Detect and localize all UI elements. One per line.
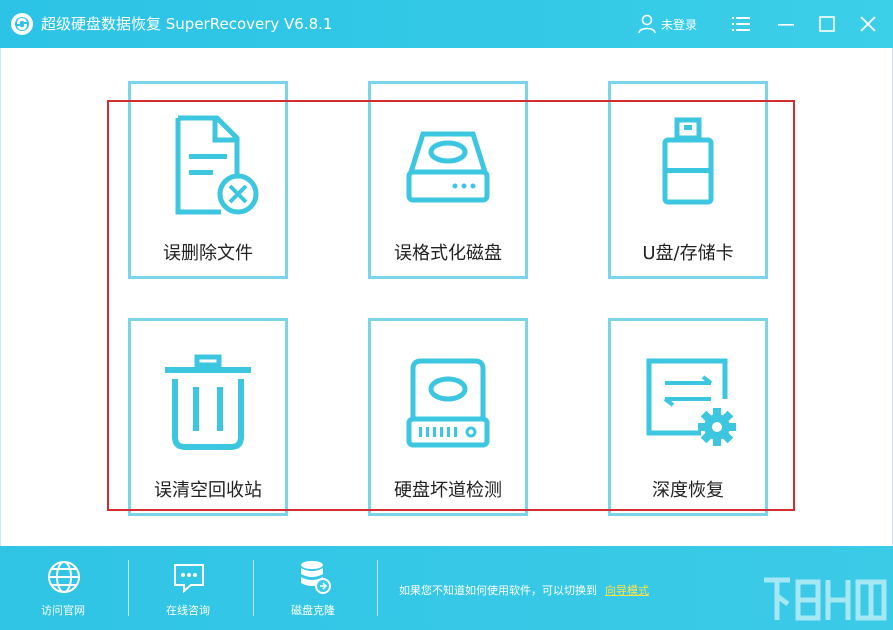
app-window: 超级硬盘数据恢复 SuperRecovery V6.8.1 未登录 误删除文件 …	[0, 0, 893, 630]
card-recycle-bin[interactable]: 误清空回收站	[128, 318, 288, 516]
minimize-icon	[778, 24, 794, 26]
tool-label: 访问官网	[41, 604, 85, 617]
hard-drive-scan-icon	[406, 358, 490, 448]
card-label: U盘/存储卡	[642, 243, 734, 264]
user-icon	[638, 14, 656, 34]
tool-label: 在线咨询	[166, 604, 210, 617]
maximize-button[interactable]	[815, 10, 839, 38]
card-label: 误清空回收站	[154, 480, 262, 501]
card-usb-storage[interactable]: U盘/存储卡	[608, 81, 768, 279]
database-clone-icon	[301, 561, 331, 594]
divider	[253, 560, 254, 616]
login-button[interactable]: 未登录	[636, 12, 697, 36]
chat-icon	[174, 564, 204, 594]
card-deleted-files[interactable]: 误删除文件	[128, 81, 288, 279]
menu-button[interactable]	[729, 10, 753, 38]
hint-text-row: 如果您不知道如何使用软件，可以切换到 向导模式	[399, 582, 649, 598]
online-consult-button[interactable]: 在线咨询	[138, 546, 238, 630]
trash-icon	[165, 354, 251, 450]
app-logo-icon	[11, 13, 33, 35]
close-button[interactable]	[856, 10, 880, 38]
divider	[128, 560, 129, 616]
maximize-icon	[819, 16, 835, 32]
close-icon	[860, 16, 876, 32]
disk-clone-button[interactable]: 磁盘克隆	[263, 546, 363, 630]
menu-icon	[732, 17, 750, 31]
deleted-file-icon	[175, 115, 259, 215]
disk-icon	[406, 131, 490, 203]
watermark-logo	[764, 577, 887, 621]
card-label: 深度恢复	[652, 480, 724, 501]
card-label: 硬盘坏道检测	[394, 480, 502, 501]
usb-drive-icon	[662, 117, 714, 205]
login-status-label: 未登录	[661, 17, 698, 32]
hint-text: 如果您不知道如何使用软件，可以切换到	[399, 584, 597, 597]
title-bar: 超级硬盘数据恢复 SuperRecovery V6.8.1 未登录	[0, 0, 893, 48]
visit-website-button[interactable]: 访问官网	[13, 546, 113, 630]
divider	[377, 560, 378, 616]
card-label: 误删除文件	[163, 243, 253, 264]
minimize-button[interactable]	[774, 10, 798, 38]
main-panel: 误删除文件 误格式化磁盘 U盘/存储卡 误清空回收站 硬盘坏道检测 深度恢复	[0, 48, 893, 546]
globe-icon	[48, 561, 80, 593]
deep-recovery-icon	[646, 358, 736, 446]
guide-mode-link[interactable]: 向导模式	[605, 584, 649, 597]
card-bad-sector-check[interactable]: 硬盘坏道检测	[368, 318, 528, 516]
card-deep-recovery[interactable]: 深度恢复	[608, 318, 768, 516]
tool-label: 磁盘克隆	[291, 604, 335, 617]
card-label: 误格式化磁盘	[394, 243, 502, 264]
card-formatted-disk[interactable]: 误格式化磁盘	[368, 81, 528, 279]
app-title: 超级硬盘数据恢复 SuperRecovery V6.8.1	[41, 15, 333, 33]
